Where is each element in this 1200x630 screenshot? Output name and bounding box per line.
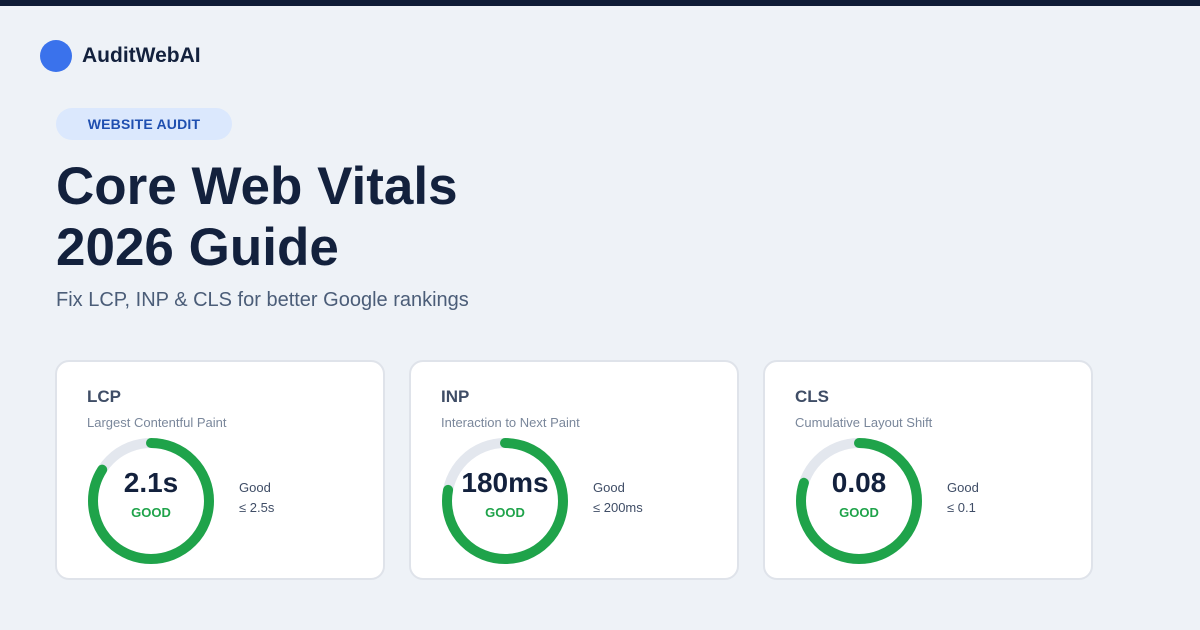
- gauge-ring: [796, 438, 922, 564]
- page-subtitle: Fix LCP, INP & CLS for better Google ran…: [56, 289, 469, 311]
- metric-card-cls: CLS Cumulative Layout Shift 0.08 GOOD Go…: [763, 360, 1093, 580]
- metric-threshold: ≤ 0.1: [947, 500, 976, 515]
- metric-status: GOOD: [839, 505, 879, 520]
- metric-value: 2.1s: [123, 467, 179, 498]
- metric-full-name: Interaction to Next Paint: [441, 415, 580, 430]
- metric-full-name: Cumulative Layout Shift: [795, 415, 933, 430]
- gauge-ring: [442, 438, 568, 564]
- metric-threshold: ≤ 200ms: [593, 500, 643, 515]
- brand-name: AuditWebAI: [82, 44, 201, 67]
- gauge-ring: [88, 438, 214, 564]
- metric-threshold: ≤ 2.5s: [239, 500, 275, 515]
- page-title: Core Web Vitals 2026 Guide: [56, 156, 458, 278]
- metric-rating-label: Good: [239, 480, 271, 495]
- metric-gauge: 0.08 GOOD: [796, 438, 922, 564]
- metric-value: 0.08: [831, 467, 887, 498]
- metric-abbr: CLS: [795, 387, 829, 406]
- top-accent-bar: [0, 0, 1200, 6]
- metric-card-lcp: LCP Largest Contentful Paint 2.1s GOOD G…: [55, 360, 385, 580]
- brand[interactable]: AuditWebAI: [40, 40, 201, 72]
- page-title-line-1: Core Web Vitals: [56, 157, 458, 216]
- metric-status: GOOD: [131, 505, 171, 520]
- metric-status: GOOD: [485, 505, 525, 520]
- metric-value: 180ms: [461, 467, 549, 498]
- metric-rating-label: Good: [947, 480, 979, 495]
- metric-gauge: 180ms GOOD: [442, 438, 568, 564]
- metric-gauge: 2.1s GOOD: [88, 438, 214, 564]
- metric-abbr: LCP: [87, 387, 121, 406]
- metric-full-name: Largest Contentful Paint: [87, 415, 227, 430]
- metric-rating-label: Good: [593, 480, 625, 495]
- category-badge: WEBSITE AUDIT: [56, 108, 232, 140]
- brand-logo-icon: [40, 40, 72, 72]
- metric-abbr: INP: [441, 387, 470, 406]
- metric-card-inp: INP Interaction to Next Paint 180ms GOOD…: [409, 360, 739, 580]
- page-title-line-2: 2026 Guide: [56, 218, 339, 277]
